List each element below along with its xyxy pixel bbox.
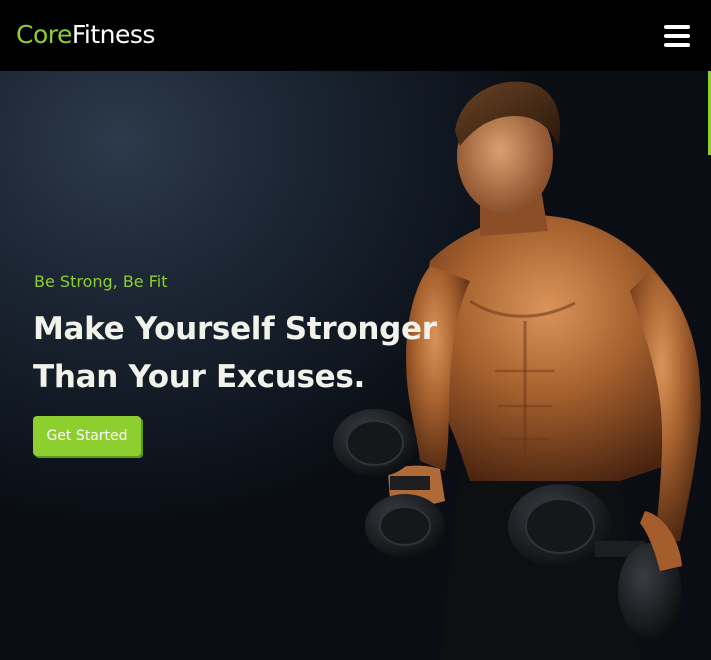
get-started-button[interactable]: Get Started <box>33 416 141 456</box>
logo-accent-text: Core <box>16 20 72 49</box>
logo-main-text: Fitness <box>71 20 156 49</box>
menu-bar-top <box>664 25 690 29</box>
site-header: CoreFitness <box>0 0 711 71</box>
hero-section: Be Strong, Be Fit Make Yourself Stronger… <box>0 71 711 660</box>
menu-bar-middle <box>664 34 690 38</box>
logo[interactable]: CoreFitness <box>16 19 155 51</box>
hero-headline-line-2: Than Your Excuses. <box>33 359 365 395</box>
hamburger-menu-icon[interactable] <box>664 25 690 47</box>
menu-bar-bottom <box>664 43 690 47</box>
page: CoreFitness Be Strong, Be Fit Make Yours… <box>0 0 711 660</box>
hero-headline-line-1: Make Yourself Stronger <box>33 311 437 347</box>
hero-headline: Make Yourself Stronger Than Your Excuses… <box>33 305 453 401</box>
hero-tagline: Be Strong, Be Fit <box>34 272 168 291</box>
